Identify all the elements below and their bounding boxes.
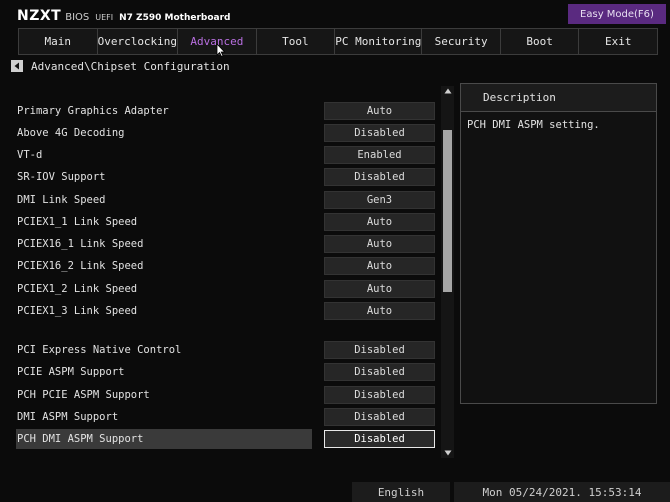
scroll-thumb[interactable] (443, 130, 452, 292)
setting-label: PCIEX16_1 Link Speed (17, 238, 144, 250)
setting-label: PCH PCIE ASPM Support (17, 389, 150, 401)
setting-value[interactable]: Auto (324, 257, 435, 275)
setting-value[interactable]: Disabled (324, 168, 435, 186)
setting-value[interactable]: Disabled (324, 363, 435, 381)
setting-sr-iov-support[interactable]: SR-IOV Support Disabled (16, 168, 436, 186)
setting-label: PCI Express Native Control (17, 344, 182, 356)
setting-label: PCIEX1_1 Link Speed (17, 216, 138, 228)
setting-label: PCIEX1_3 Link Speed (17, 305, 138, 317)
scroll-down-icon[interactable] (441, 448, 454, 458)
setting-label: Above 4G Decoding (17, 127, 125, 139)
setting-pciex1-2-link-speed[interactable]: PCIEX1_2 Link Speed Auto (16, 280, 436, 298)
setting-value[interactable]: Auto (324, 235, 435, 253)
setting-pcie-aspm-support[interactable]: PCIE ASPM Support Disabled (16, 363, 436, 381)
scroll-up-icon[interactable] (441, 86, 454, 96)
setting-value[interactable]: Auto (324, 102, 435, 120)
setting-label: PCIE ASPM Support (17, 366, 125, 378)
setting-value[interactable]: Auto (324, 302, 435, 320)
setting-value[interactable]: Gen3 (324, 191, 435, 209)
setting-value[interactable]: Enabled (324, 146, 435, 164)
language-button[interactable]: English (352, 482, 450, 502)
setting-label: SR-IOV Support (17, 171, 106, 183)
setting-label: PCIEX1_2 Link Speed (17, 283, 138, 295)
setting-pch-pcie-aspm-support[interactable]: PCH PCIE ASPM Support Disabled (16, 386, 436, 404)
setting-value[interactable]: Auto (324, 280, 435, 298)
setting-pch-dmi-aspm-support[interactable]: PCH DMI ASPM Support Disabled (16, 429, 436, 449)
settings-list: Primary Graphics Adapter Auto Above 4G D… (0, 0, 460, 460)
settings-scrollbar[interactable] (441, 86, 454, 458)
setting-primary-graphics-adapter[interactable]: Primary Graphics Adapter Auto (16, 102, 436, 120)
setting-label: PCH DMI ASPM Support (17, 433, 144, 445)
setting-label: PCIEX16_2 Link Speed (17, 260, 144, 272)
setting-label: DMI Link Speed (17, 194, 106, 206)
setting-pciex1-1-link-speed[interactable]: PCIEX1_1 Link Speed Auto (16, 213, 436, 231)
description-panel: Description PCH DMI ASPM setting. (460, 83, 657, 404)
setting-vt-d[interactable]: VT-d Enabled (16, 146, 436, 164)
description-title: Description (461, 84, 656, 112)
setting-label: DMI ASPM Support (17, 411, 119, 423)
easy-mode-button[interactable]: Easy Mode(F6) (568, 4, 666, 24)
setting-pci-express-native-control[interactable]: PCI Express Native Control Disabled (16, 341, 436, 359)
setting-dmi-aspm-support[interactable]: DMI ASPM Support Disabled (16, 408, 436, 426)
setting-value[interactable]: Disabled (324, 124, 435, 142)
tab-exit[interactable]: Exit (578, 28, 659, 55)
setting-pciex1-3-link-speed[interactable]: PCIEX1_3 Link Speed Auto (16, 302, 436, 320)
setting-value[interactable]: Disabled (324, 408, 435, 426)
description-text: PCH DMI ASPM setting. (467, 119, 600, 131)
setting-pciex16-1-link-speed[interactable]: PCIEX16_1 Link Speed Auto (16, 235, 436, 253)
status-bar: English Mon 05/24/2021. 15:53:14 (0, 480, 670, 502)
setting-label: Primary Graphics Adapter (17, 105, 169, 117)
setting-pciex16-2-link-speed[interactable]: PCIEX16_2 Link Speed Auto (16, 257, 436, 275)
setting-value[interactable]: Auto (324, 213, 435, 231)
setting-value[interactable]: Disabled (324, 341, 435, 359)
setting-label: VT-d (17, 149, 43, 161)
setting-value[interactable]: Disabled (324, 386, 435, 404)
setting-value[interactable]: Disabled (324, 430, 435, 448)
setting-dmi-link-speed[interactable]: DMI Link Speed Gen3 (16, 191, 436, 209)
setting-above-4g-decoding[interactable]: Above 4G Decoding Disabled (16, 124, 436, 142)
date-time: Mon 05/24/2021. 15:53:14 (454, 482, 670, 502)
tab-boot[interactable]: Boot (499, 28, 580, 55)
